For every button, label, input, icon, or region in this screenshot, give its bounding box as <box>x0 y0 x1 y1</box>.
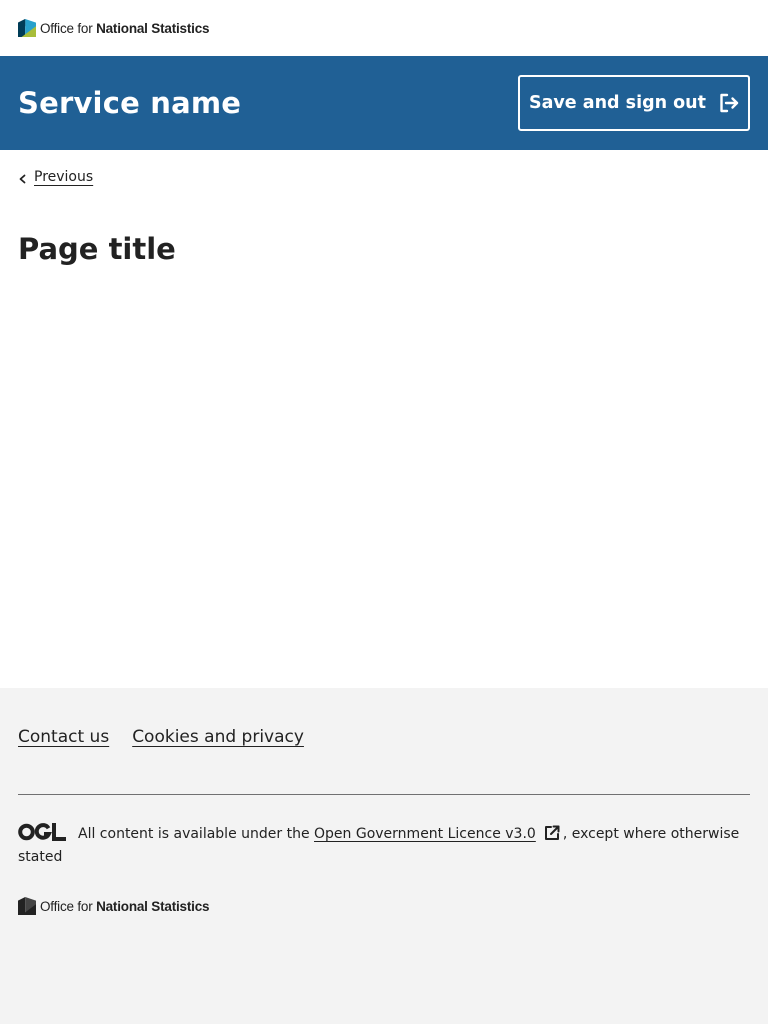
signout-label: Save and sign out <box>528 93 706 113</box>
site-footer: Contact us Cookies and privacy All conte… <box>0 688 768 1024</box>
main-content: Previous Page title <box>0 169 768 266</box>
site-header: Office for National Statistics <box>0 0 768 56</box>
masthead: Service name Save and sign out <box>0 56 768 150</box>
contact-us-link[interactable]: Contact us <box>18 727 109 747</box>
footer-links: Contact us Cookies and privacy <box>18 727 750 747</box>
service-name[interactable]: Service name <box>18 86 241 120</box>
page-title: Page title <box>18 232 176 266</box>
footer-ons-logo-icon <box>18 897 36 915</box>
ogl-logo-icon <box>18 823 66 841</box>
external-link-icon <box>544 825 560 840</box>
footer-divider <box>18 794 750 795</box>
footer-ons-logo-link[interactable]: Office for National Statistics <box>18 897 750 915</box>
cookies-and-privacy-link[interactable]: Cookies and privacy <box>132 727 304 747</box>
ons-logo-text: Office for National Statistics <box>40 20 210 36</box>
ogl-licence-link[interactable]: Open Government Licence v3.0 <box>314 826 536 842</box>
breadcrumb-previous: Previous <box>18 169 750 185</box>
licence-prefix: All content is available under the <box>78 826 315 842</box>
ons-logo-link[interactable]: Office for National Statistics <box>18 19 210 37</box>
licence-statement: All content is available under the Open … <box>18 822 750 869</box>
chevron-left-icon <box>19 174 26 184</box>
save-and-sign-out-button[interactable]: Save and sign out <box>518 75 750 131</box>
ons-logo-icon <box>18 19 36 37</box>
sign-out-icon <box>720 93 739 113</box>
footer-ons-logo-text: Office for National Statistics <box>40 898 210 914</box>
previous-link[interactable]: Previous <box>34 169 93 185</box>
